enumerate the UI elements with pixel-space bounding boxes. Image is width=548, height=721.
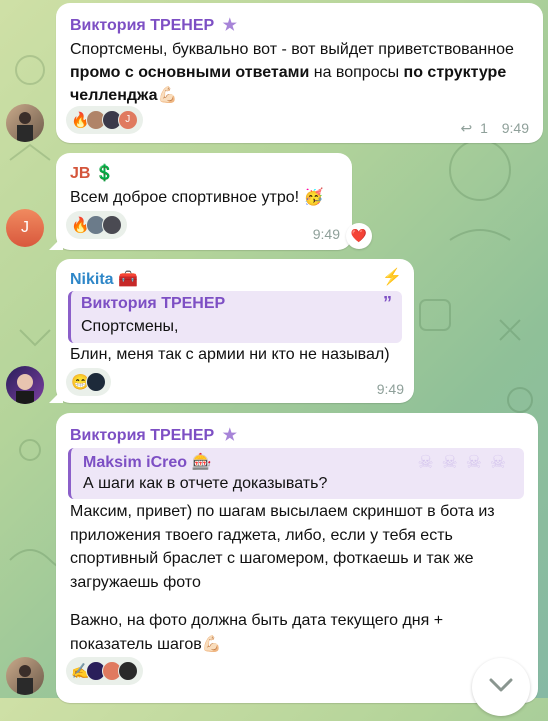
quote-text: Спортсмены, [81,318,179,335]
reaction-bar[interactable]: 🔥 [66,211,127,239]
lightning-icon: ⚡ [382,269,402,286]
message-time: 9:49 [501,120,529,136]
quote-author: Maksim iCreo 🎰 [83,454,212,471]
reply-count[interactable]: 1 [480,120,488,136]
toolbox-emoji: 🧰 [118,271,138,288]
message-bubble[interactable]: Nikita 🧰 ⚡ Виктория ТРЕНЕР Спортсмены, ”… [56,259,414,403]
scroll-down-button[interactable] [472,658,530,716]
reaction-bar[interactable]: 🔥 J [66,106,143,134]
sender-name[interactable]: Виктория ТРЕНЕР ★ [70,425,237,445]
message-meta: ↩ 1 9:49 [460,120,529,137]
message-text: Блин, меня так с армии ни кто не называл… [70,346,390,363]
dollar-emoji: 💲 [94,165,115,182]
party-emoji: 🥳 [303,189,324,206]
sender-name[interactable]: JB 💲 [70,163,115,183]
avatar[interactable] [6,104,44,142]
avatar [85,372,106,392]
avatar[interactable]: J [6,209,44,247]
avatar: J [117,110,138,130]
message-text: Важно, на фото должна быть дата текущего… [70,612,444,653]
skull-pattern-icon: ☠☠☠☠ [417,452,514,472]
avatar[interactable] [6,366,44,404]
reaction-bar[interactable]: ✍ [66,657,143,685]
message-time: 9:49 [376,381,404,397]
heart-reaction[interactable]: ❤️ [346,223,372,249]
slot-machine-emoji: 🎰 [191,454,212,471]
reaction-writing[interactable]: ✍ [66,657,143,685]
avatar [117,661,138,681]
quote-text: А шаги как в отчете доказывать? [83,475,328,492]
message-meta: 9:49 [377,381,404,397]
star-icon: ★ [222,17,237,34]
quoted-message[interactable]: Maksim iCreo 🎰 А шаги как в отчете доказ… [68,448,524,499]
chevron-down-icon [489,678,513,692]
sender-name[interactable]: Nikita 🧰 [70,269,138,289]
star-icon: ★ [222,427,237,444]
message-text: Максим, привет) по шагам высылаем скринш… [70,503,495,591]
avatar[interactable] [6,657,44,695]
reply-arrow-icon[interactable]: ↩ [460,120,472,136]
reaction-fire[interactable]: 🔥 J [66,106,143,134]
message-bubble[interactable]: Виктория ТРЕНЕР ★ Спортсмены, буквально … [56,3,543,143]
muscle-emoji: 💪🏻 [157,87,178,104]
quote-mark-icon: ” [383,293,392,313]
message-time: 9:49 [312,226,340,242]
message-bubble[interactable]: Виктория ТРЕНЕР ★ Maksim iCreo 🎰 А шаги … [56,413,538,716]
reaction-bar[interactable]: 😁 [66,368,111,396]
reaction-grin[interactable]: 😁 [66,368,111,396]
sender-name[interactable]: Виктория ТРЕНЕР ★ [70,15,237,35]
quoted-message[interactable]: Виктория ТРЕНЕР Спортсмены, ” [68,291,402,343]
reaction-fire[interactable]: 🔥 [66,211,127,239]
message-text: Всем доброе спортивное утро! 🥳 [70,189,324,206]
avatar [101,215,122,235]
message-meta: 9:49 [313,226,340,242]
message-bubble[interactable]: JB 💲 Всем доброе спортивное утро! 🥳 🔥 9:… [56,153,372,250]
message-text: Спортсмены, буквально вот - вот выйдет п… [70,41,514,104]
muscle-emoji: 💪🏻 [201,635,222,653]
quote-author: Виктория ТРЕНЕР [81,295,226,312]
